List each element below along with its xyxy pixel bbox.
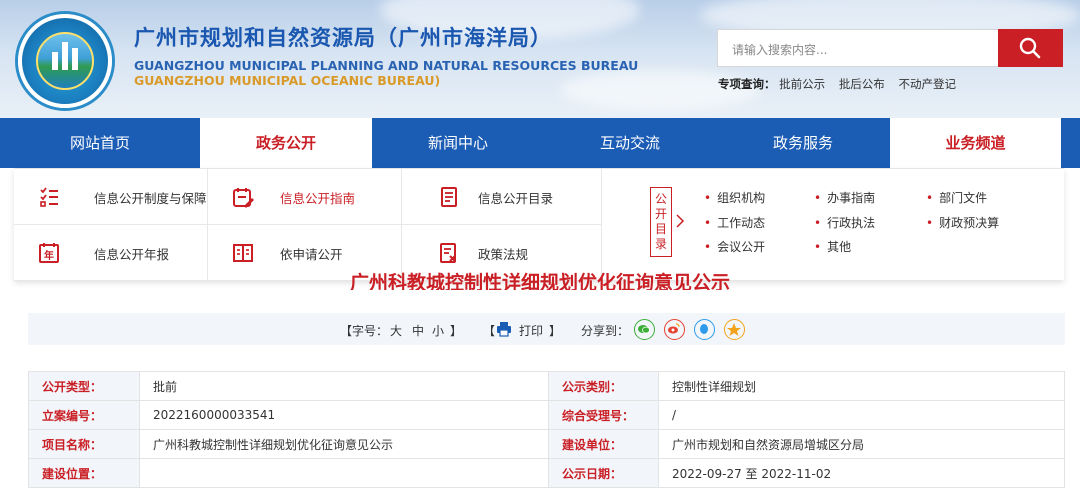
info-value: 批前 [139, 371, 549, 401]
book-icon [233, 244, 253, 262]
quick-link-post-approval[interactable]: 批后公布 [839, 77, 885, 91]
dropdown-item-label: 信息公开制度与保障 [94, 191, 207, 206]
guide-icon [233, 188, 254, 208]
info-key: 项目名称： [28, 429, 140, 459]
dropdown-item-label: 信息公开目录 [478, 191, 554, 206]
info-value: / [658, 400, 1065, 430]
catalog-link-law-enforcement[interactable]: 行政执法 [814, 214, 875, 231]
nav-business[interactable]: 业务频道 [890, 118, 1061, 168]
info-table: 公开类型： 批前 公示类别： 控制性详细规划 立案编号： 20221600000… [28, 371, 1065, 488]
qzone-share-icon[interactable] [724, 319, 745, 340]
nav-interaction[interactable]: 互动交流 [544, 118, 716, 168]
site-title-cn: 广州市规划和自然资源局（广州市海洋局） [134, 26, 552, 50]
site-title-en-line2: GUANGZHOU MUNICIPAL OCEANIC BUREAU) [134, 73, 441, 88]
font-size-large[interactable]: 大 [390, 322, 402, 339]
article-title: 广州科教城控制性详细规划优化征询意见公示 [0, 266, 1080, 290]
catalog-link-meetings[interactable]: 会议公开 [704, 238, 765, 255]
dropdown-item-label: 信息公开指南 [280, 191, 356, 206]
dropdown-item-label: 依申请公开 [280, 247, 343, 262]
site-header: 广州市规划和自然资源局（广州市海洋局） GUANGZHOU MUNICIPAL … [0, 0, 1080, 118]
quick-query: 专项查询： 批前公示 批后公布 不动产登记 [718, 76, 966, 92]
nav-services[interactable]: 政务服务 [716, 118, 890, 168]
svg-text:年: 年 [44, 249, 54, 262]
table-row: 建设位置： 公示日期： 2022-09-27 至 2022-11-02 [28, 458, 1065, 488]
font-size-small[interactable]: 小 [432, 322, 444, 339]
nav-home[interactable]: 网站首页 [0, 118, 200, 168]
search-input[interactable]: 请输入搜索内容... [717, 29, 999, 67]
article-title-text: 广州科教城控制性详细规划优化征询意见公示 [349, 272, 730, 290]
info-key: 综合受理号： [548, 400, 659, 430]
info-value: 控制性详细规划 [658, 371, 1065, 401]
catalog-link-budget[interactable]: 财政预决算 [926, 214, 999, 231]
info-value: 广州市规划和自然资源局增城区分局 [658, 429, 1065, 459]
table-row: 项目名称： 广州科教城控制性详细规划优化征询意见公示 建设单位： 广州市规划和自… [28, 429, 1065, 459]
quick-link-pre-approval[interactable]: 批前公示 [779, 77, 825, 91]
info-value: 2022-09-27 至 2022-11-02 [658, 458, 1065, 488]
nav-gov-affairs[interactable]: 政务公开 [200, 118, 372, 168]
catalog-link-org[interactable]: 组织机构 [704, 189, 765, 206]
print-open-bracket: 【 [483, 324, 496, 338]
info-key: 公示类别： [548, 371, 659, 401]
logo-building [52, 52, 58, 70]
catalog-link-work-news[interactable]: 工作动态 [704, 214, 765, 231]
print-icon[interactable] [496, 321, 512, 337]
share-label: 分享到： [581, 324, 630, 338]
annual-report-icon: 年 [39, 243, 59, 263]
print-button[interactable]: 打印 [519, 322, 543, 339]
info-key: 公开类型： [28, 371, 140, 401]
logo-emblem [36, 32, 94, 90]
dropdown-item[interactable]: 信息公开目录 [402, 169, 602, 225]
dropdown-item-label: 信息公开年报 [94, 247, 170, 262]
site-title-en: GUANGZHOU MUNICIPAL PLANNING AND NATURAL… [134, 58, 638, 88]
info-value: 广州科教城控制性详细规划优化征询意见公示 [139, 429, 549, 459]
font-size-label: 【字号： [340, 324, 389, 338]
site-title-en-line1: GUANGZHOU MUNICIPAL PLANNING AND NATURAL… [134, 58, 639, 73]
info-key: 建设单位： [548, 429, 659, 459]
search-button[interactable] [998, 29, 1063, 67]
info-value [139, 458, 549, 488]
quick-query-label: 专项查询： [718, 77, 776, 91]
gov-affairs-dropdown: 信息公开制度与保障 信息公开指南 信息公开目录 年 信息公开年报 依申请公开 政… [14, 168, 1064, 281]
nav-news[interactable]: 新闻中心 [372, 118, 544, 168]
main-nav: 网站首页 政务公开 新闻中心 互动交流 政务服务 业务频道 [0, 118, 1080, 168]
logo-building [62, 42, 68, 70]
policy-list-icon [40, 187, 58, 207]
info-key: 建设位置： [28, 458, 140, 488]
chevron-right-icon [676, 214, 685, 228]
catalog-link-service-guide[interactable]: 办事指南 [814, 189, 875, 206]
qq-share-icon[interactable] [694, 319, 715, 340]
info-key: 立案编号： [28, 400, 140, 430]
article-toolbar: 【字号： 大 中 小 】 【 打印 】 分享到： [28, 313, 1065, 345]
font-size-close: 】 [450, 324, 463, 338]
wechat-share-icon[interactable] [634, 319, 655, 340]
catalog-icon [441, 187, 457, 207]
dropdown-item[interactable]: 信息公开指南 [208, 169, 402, 225]
table-row: 公开类型： 批前 公示类别： 控制性详细规划 [28, 371, 1065, 401]
info-value: 2022160000033541 [139, 400, 549, 430]
table-row: 立案编号： 2022160000033541 综合受理号： / [28, 400, 1065, 430]
weibo-share-icon[interactable] [664, 319, 685, 340]
bureau-logo[interactable] [18, 14, 112, 108]
dropdown-item[interactable]: 信息公开制度与保障 [14, 169, 208, 225]
dropdown-item-label: 政策法规 [478, 247, 529, 262]
print-close-bracket: 】 [549, 324, 562, 338]
font-size-medium[interactable]: 中 [412, 322, 424, 339]
catalog-link-other[interactable]: 其他 [814, 238, 851, 255]
catalog-link-dept-docs[interactable]: 部门文件 [926, 189, 987, 206]
public-catalog-label: 公开目录 [650, 187, 672, 257]
logo-building [72, 48, 78, 70]
search-icon [1019, 37, 1041, 59]
regulation-icon [440, 243, 456, 263]
info-key: 公示日期： [548, 458, 659, 488]
quick-link-real-estate[interactable]: 不动产登记 [898, 77, 956, 91]
